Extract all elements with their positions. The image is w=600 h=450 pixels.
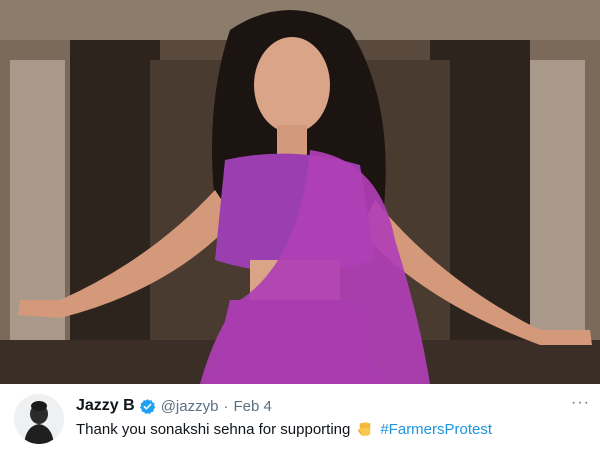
avatar-image [14,394,64,444]
tweet-photo[interactable] [0,0,600,384]
more-options-icon[interactable]: ··· [571,395,590,411]
display-name[interactable]: Jazzy B [76,397,135,415]
photo-illustration [0,0,600,384]
tweet-card[interactable]: Jazzy B @jazzyb · Feb 4 ··· Thank you so… [0,384,600,450]
tweet-header: Jazzy B @jazzyb · Feb 4 [76,396,272,416]
avatar[interactable] [14,394,64,444]
raised-fist-emoji-icon [358,422,371,436]
tweet-date[interactable]: Feb 4 [233,398,271,415]
separator-dot: · [223,397,229,415]
verified-badge-icon [139,398,155,414]
hashtag-link[interactable]: #FarmersProtest [380,421,492,438]
user-handle[interactable]: @jazzyb [161,398,219,415]
tweet-text: Thank you sonakshi sehna for supporting … [76,420,492,438]
tweet-body: Thank you sonakshi sehna for supporting [76,420,351,438]
